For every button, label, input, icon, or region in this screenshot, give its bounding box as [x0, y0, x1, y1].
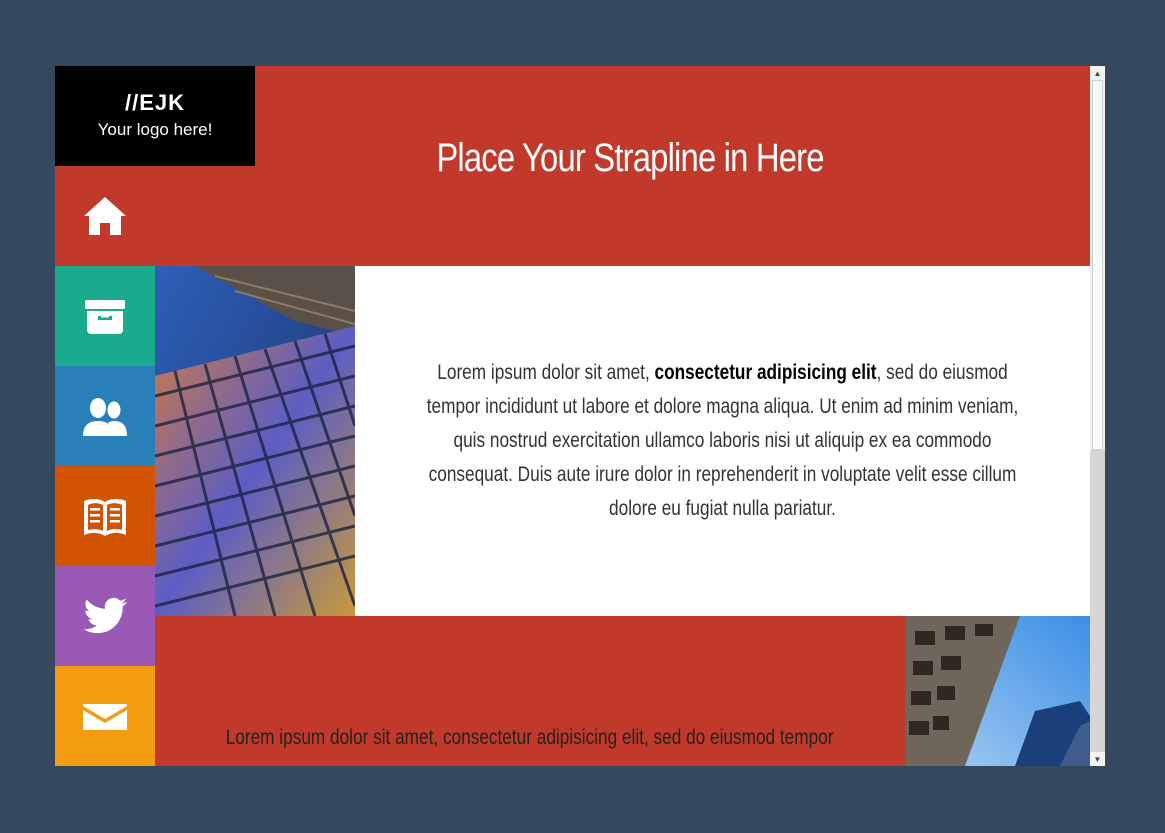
scrollbar-thumb[interactable] — [1092, 80, 1103, 450]
book-icon — [84, 498, 126, 536]
vertical-scrollbar[interactable]: ▲ ▼ — [1090, 66, 1105, 766]
users-icon — [83, 398, 127, 436]
scrollbar-track[interactable] — [1090, 450, 1105, 752]
logo-tagline: Your logo here! — [97, 120, 213, 139]
intro-bold-text: consectetur adipisicing elit — [654, 361, 877, 384]
logo-mark: //EJK — [124, 90, 186, 115]
nav-archive-button[interactable] — [55, 266, 155, 366]
secondary-text: Lorem ipsum dolor sit amet, consectetur … — [226, 726, 834, 749]
intro-paragraph: Lorem ipsum dolor sit amet, consectetur … — [421, 356, 1024, 526]
mail-icon — [83, 704, 127, 730]
scroll-down-arrow[interactable]: ▼ — [1090, 752, 1105, 766]
intro-panel: Lorem ipsum dolor sit amet, consectetur … — [355, 266, 1090, 616]
twitter-icon — [83, 597, 128, 634]
intro-text-rest: , sed do eiusmod tempor incididunt ut la… — [426, 361, 1019, 520]
browser-viewport: //EJK Your logo here! Place Your Strapli… — [55, 66, 1105, 766]
home-icon — [84, 197, 126, 235]
building-photo-2 — [905, 616, 1090, 766]
archive-icon — [85, 300, 125, 334]
scroll-up-arrow[interactable]: ▲ — [1090, 66, 1105, 80]
secondary-paragraph: Lorem ipsum dolor sit amet, consectetur … — [155, 721, 905, 755]
page-strapline: Place Your Strapline in Here — [436, 136, 824, 180]
intro-text: Lorem ipsum dolor sit amet, — [437, 361, 655, 384]
nav-home-button[interactable] — [55, 166, 155, 266]
logo[interactable]: //EJK Your logo here! — [55, 66, 255, 166]
nav-mail-button[interactable] — [55, 666, 155, 766]
nav-book-button[interactable] — [55, 466, 155, 566]
nav-twitter-button[interactable] — [55, 566, 155, 666]
building-photo-1 — [155, 266, 355, 616]
nav-users-button[interactable] — [55, 366, 155, 466]
